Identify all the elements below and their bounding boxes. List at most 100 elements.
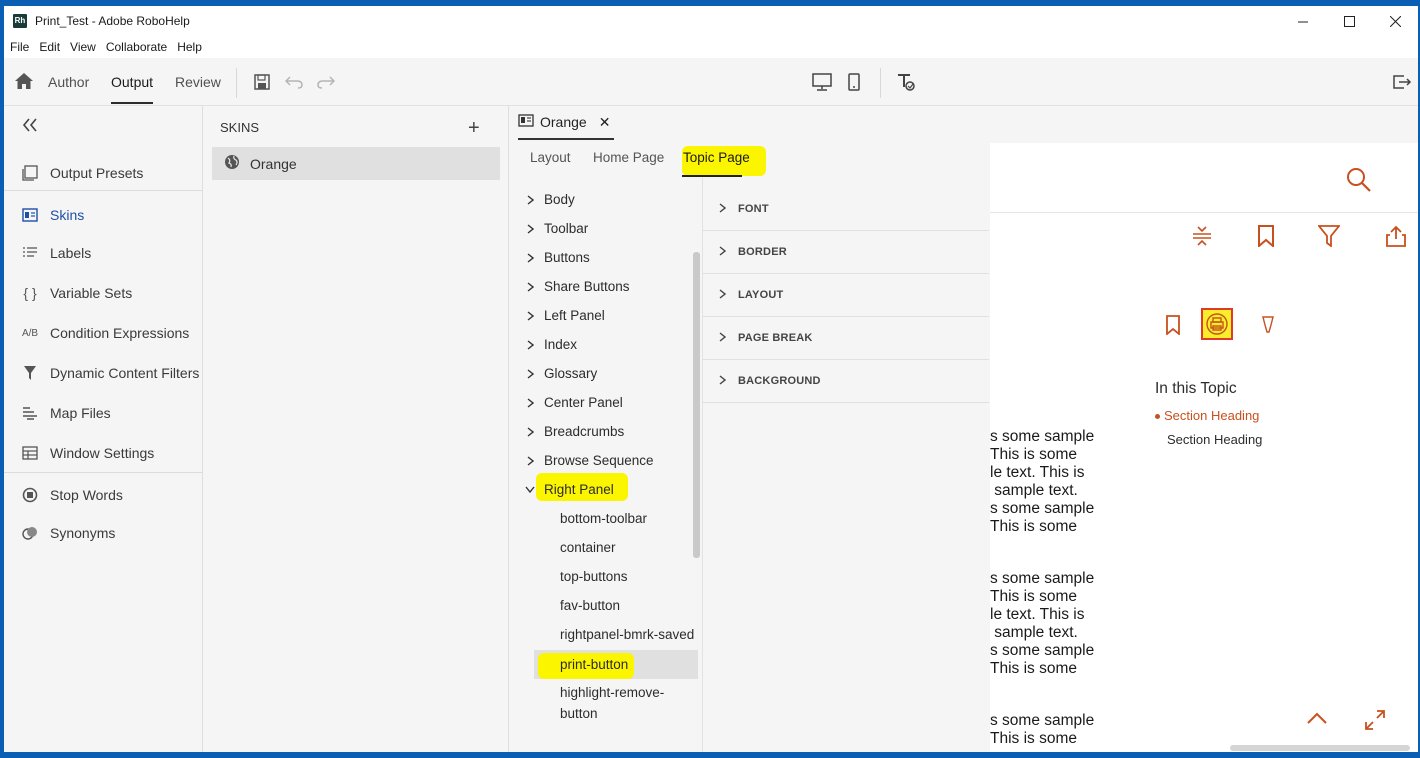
redo-icon [317, 76, 335, 89]
toc-item-active[interactable]: Section Heading [1155, 408, 1259, 423]
expand-collapse-icon[interactable] [1192, 225, 1212, 250]
menu-help[interactable]: Help [177, 40, 202, 54]
text-settings-icon [898, 74, 915, 91]
tree-item-center-panel[interactable]: Center Panel [510, 388, 698, 417]
toc-item[interactable]: Section Heading [1167, 432, 1262, 447]
collapse-panel-button[interactable] [22, 118, 38, 135]
skins-panel: SKINS + Orange [204, 106, 509, 752]
property-layout[interactable]: LAYOUT [703, 274, 989, 317]
nav-condition-expressions[interactable]: A/B Condition Expressions [4, 315, 203, 351]
nav-map-files[interactable]: Map Files [4, 395, 203, 431]
tree-item-glossary[interactable]: Glossary [510, 359, 698, 388]
tree-item-browse-sequence[interactable]: Browse Sequence [510, 446, 698, 475]
add-skin-button[interactable]: + [468, 117, 480, 140]
nav-window-settings[interactable]: Window Settings [4, 435, 203, 471]
property-border[interactable]: BORDER [703, 231, 989, 274]
tree-item-left-panel[interactable]: Left Panel [510, 301, 698, 330]
nav-label: Condition Expressions [50, 325, 190, 341]
active-tab-underline [682, 175, 742, 177]
home-icon [15, 73, 33, 89]
tab-layout[interactable]: Layout [530, 150, 571, 165]
minimize-button[interactable] [1280, 6, 1326, 36]
nav-labels[interactable]: Labels [4, 235, 203, 271]
exit-button[interactable] [1392, 72, 1412, 92]
print-button-highlight[interactable] [1201, 308, 1233, 340]
chevron-right-icon [719, 331, 727, 345]
preview-scrollbar[interactable] [1230, 745, 1410, 751]
nav-dynamic-content-filters[interactable]: Dynamic Content Filters [4, 355, 203, 391]
chevron-right-icon [719, 202, 727, 216]
toolbar-divider [880, 68, 881, 98]
filter-icon[interactable] [1317, 225, 1341, 250]
home-button[interactable] [14, 72, 34, 93]
tree-item-index[interactable]: Index [510, 330, 698, 359]
chevron-right-icon [524, 368, 536, 379]
filter-icon [20, 365, 40, 381]
tree-sub-label: print-button [560, 657, 629, 672]
maximize-button[interactable] [1326, 6, 1372, 36]
desktop-preview-button[interactable] [812, 72, 832, 92]
skin-item-orange[interactable]: Orange [212, 147, 500, 180]
tree-sub-item[interactable]: rightpanel-bmrk-saved [534, 620, 698, 649]
menu-view[interactable]: View [70, 40, 96, 54]
nav-synonyms[interactable]: Synonyms [4, 515, 203, 551]
skins-icon [20, 208, 40, 222]
chevron-right-icon [719, 288, 727, 302]
menu-file[interactable]: File [10, 40, 29, 54]
tree-sub-item[interactable]: highlight-remove- button [534, 682, 698, 724]
menu-edit[interactable]: Edit [39, 40, 60, 54]
redo-button[interactable] [316, 72, 336, 92]
property-label: BACKGROUND [738, 375, 821, 387]
tree-label: Left Panel [544, 308, 605, 323]
property-background[interactable]: BACKGROUND [703, 360, 989, 403]
tree-sub-item[interactable]: bottom-toolbar [534, 504, 698, 533]
nav-divider [4, 472, 203, 473]
save-button[interactable] [252, 72, 272, 92]
menu-collaborate[interactable]: Collaborate [106, 40, 167, 54]
tab-review[interactable]: Review [175, 74, 221, 90]
bookmark-icon[interactable] [1166, 315, 1180, 338]
tree-scrollbar[interactable] [693, 252, 700, 558]
desktop-icon [812, 73, 832, 91]
doc-tab-orange[interactable]: Orange ✕ [518, 106, 614, 140]
search-icon[interactable] [1346, 167, 1372, 196]
nav-stop-words[interactable]: Stop Words [4, 477, 203, 513]
tab-home-page[interactable]: Home Page [593, 150, 664, 165]
property-font[interactable]: FONT [703, 188, 989, 231]
tree-label: Browse Sequence [544, 453, 654, 468]
tree-item-body[interactable]: Body [510, 185, 698, 214]
globe-icon [224, 154, 240, 173]
tree-item-toolbar[interactable]: Toolbar [510, 214, 698, 243]
tab-topic-page[interactable]: Topic Page [683, 150, 750, 165]
close-tab-icon[interactable]: ✕ [599, 114, 611, 131]
mobile-preview-button[interactable] [844, 72, 864, 92]
tree-sub-item[interactable]: container [534, 533, 698, 562]
tree-item-buttons[interactable]: Buttons [510, 243, 698, 272]
fullscreen-icon[interactable] [1364, 709, 1386, 734]
tab-output[interactable]: Output [111, 74, 154, 104]
text-settings-button[interactable] [896, 72, 916, 92]
tree-sub-item[interactable]: top-buttons [534, 562, 698, 591]
nav-skins[interactable]: Skins [4, 197, 203, 233]
tab-author[interactable]: Author [48, 74, 89, 90]
tree-sub-item[interactable]: fav-button [534, 591, 698, 620]
property-panel: FONT BORDER LAYOUT PAGE BREAK BACKGROUND [702, 178, 989, 752]
close-window-button[interactable] [1372, 6, 1418, 36]
tree-sub-item-selected[interactable]: print-button [534, 650, 698, 679]
chevron-up-icon[interactable] [1306, 711, 1328, 728]
nav-variable-sets[interactable]: { } Variable Sets [4, 275, 203, 311]
double-chevron-left-icon [22, 118, 37, 132]
nav-label: Dynamic Content Filters [50, 365, 200, 381]
tree-item-share-buttons[interactable]: Share Buttons [510, 272, 698, 301]
nav-output-presets[interactable]: Output Presets [4, 155, 203, 191]
highlight-remove-icon[interactable] [1261, 315, 1275, 338]
undo-button[interactable] [284, 72, 304, 92]
tree-label: Center Panel [544, 395, 623, 410]
tree-item-right-panel[interactable]: Right Panel [510, 475, 698, 504]
tree-item-breadcrumbs[interactable]: Breadcrumbs [510, 417, 698, 446]
share-icon[interactable] [1386, 225, 1406, 250]
property-page-break[interactable]: PAGE BREAK [703, 317, 989, 360]
window-title: Print_Test - Adobe RoboHelp [35, 14, 190, 28]
bookmark-icon[interactable] [1258, 225, 1274, 250]
chevron-right-icon [524, 223, 536, 234]
